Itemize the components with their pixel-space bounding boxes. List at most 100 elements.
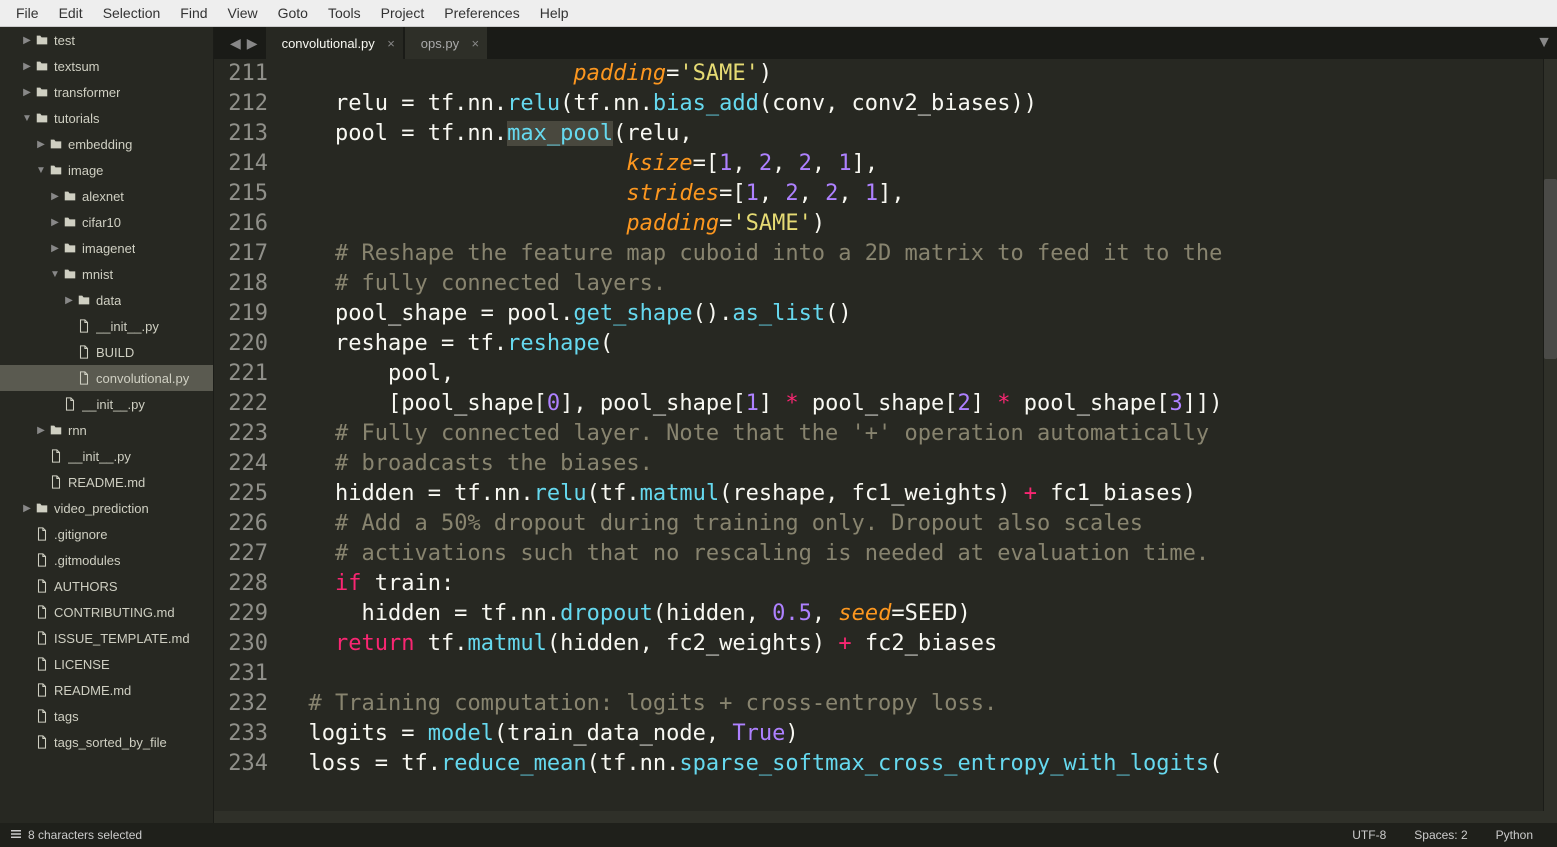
disclosure-arrow-icon[interactable]: ▼ <box>20 113 34 124</box>
code-line[interactable]: return tf.matmul(hidden, fc2_weights) + … <box>282 629 1543 659</box>
line-number: 231 <box>214 659 268 689</box>
folder-transformer[interactable]: ▶transformer <box>0 79 213 105</box>
folder-imagenet[interactable]: ▶imagenet <box>0 235 213 261</box>
disclosure-arrow-icon[interactable]: ▼ <box>34 165 48 176</box>
file--gitignore[interactable]: .gitignore <box>0 521 213 547</box>
tree-label: tags_sorted_by_file <box>54 735 167 750</box>
code-line[interactable]: ksize=[1, 2, 2, 1], <box>282 149 1543 179</box>
code-line[interactable]: # Fully connected layer. Note that the '… <box>282 419 1543 449</box>
code-line[interactable]: # Add a 50% dropout during training only… <box>282 509 1543 539</box>
file--gitmodules[interactable]: .gitmodules <box>0 547 213 573</box>
tree-label: LICENSE <box>54 657 110 672</box>
code-line[interactable]: [pool_shape[0], pool_shape[1] * pool_sha… <box>282 389 1543 419</box>
disclosure-arrow-icon[interactable]: ▶ <box>34 425 48 436</box>
folder-cifar10[interactable]: ▶cifar10 <box>0 209 213 235</box>
code-line[interactable]: pool = tf.nn.max_pool(relu, <box>282 119 1543 149</box>
menu-goto[interactable]: Goto <box>268 1 318 25</box>
disclosure-arrow-icon[interactable]: ▶ <box>20 87 34 98</box>
menu-find[interactable]: Find <box>170 1 217 25</box>
code-line[interactable]: # broadcasts the biases. <box>282 449 1543 479</box>
code-line[interactable]: padding='SAME') <box>282 59 1543 89</box>
line-number: 214 <box>214 149 268 179</box>
tab-nav-arrows[interactable]: ◀ ▶ <box>222 27 266 59</box>
sidebar-file-tree[interactable]: ▶test▶textsum▶transformer▼tutorials ▶ embe… <box>0 27 214 823</box>
menu-project[interactable]: Project <box>371 1 435 25</box>
minimap-viewport[interactable] <box>1544 179 1557 359</box>
file-tags_sorted_by_file[interactable]: tags_sorted_by_file <box>0 729 213 755</box>
folder-data[interactable]: ▶data <box>0 287 213 313</box>
folder-video_prediction[interactable]: ▶video_prediction <box>0 495 213 521</box>
horizontal-scrollbar[interactable] <box>214 811 1557 823</box>
code-line[interactable]: padding='SAME') <box>282 209 1543 239</box>
menu-edit[interactable]: Edit <box>49 1 93 25</box>
file-tags[interactable]: tags <box>0 703 213 729</box>
menu-file[interactable]: File <box>6 1 49 25</box>
nav-forward-icon[interactable]: ▶ <box>247 35 258 52</box>
code-editor[interactable]: 2112122132142152162172182192202212222232… <box>214 59 1557 811</box>
tab-overflow-icon[interactable]: ▼ <box>1531 27 1557 59</box>
code-line[interactable]: hidden = tf.nn.dropout(hidden, 0.5, seed… <box>282 599 1543 629</box>
disclosure-arrow-icon[interactable]: ▶ <box>34 139 48 150</box>
code-line[interactable]: # Training computation: logits + cross-e… <box>282 689 1543 719</box>
file-BUILD[interactable]: BUILD <box>0 339 213 365</box>
code-line[interactable]: strides=[1, 2, 2, 1], <box>282 179 1543 209</box>
minimap-scrollbar[interactable] <box>1543 59 1557 811</box>
tab-ops-py[interactable]: ops.py× <box>405 27 487 59</box>
disclosure-arrow-icon[interactable]: ▼ <box>48 269 62 280</box>
status-menu-icon[interactable] <box>10 828 22 843</box>
disclosure-arrow-icon[interactable]: ▶ <box>20 61 34 72</box>
nav-back-icon[interactable]: ◀ <box>230 35 241 52</box>
folder-alexnet[interactable]: ▶ alexnet <box>0 183 213 209</box>
disclosure-arrow-icon[interactable]: ▶ <box>48 217 62 228</box>
file-CONTRIBUTING-md[interactable]: CONTRIBUTING.md <box>0 599 213 625</box>
file-AUTHORS[interactable]: AUTHORS <box>0 573 213 599</box>
menu-preferences[interactable]: Preferences <box>434 1 529 25</box>
code-content[interactable]: padding='SAME') relu = tf.nn.relu(tf.nn.… <box>282 59 1543 811</box>
file-LICENSE[interactable]: LICENSE <box>0 651 213 677</box>
file-__init__-py[interactable]: __init__.py <box>0 391 213 417</box>
file-__init__-py[interactable]: __init__.py <box>0 443 213 469</box>
tree-label: embedding <box>68 137 132 152</box>
folder-embedding[interactable]: ▶ embedding <box>0 131 213 157</box>
disclosure-arrow-icon[interactable]: ▶ <box>48 243 62 254</box>
disclosure-arrow-icon[interactable]: ▶ <box>20 35 34 46</box>
code-line[interactable]: pool_shape = pool.get_shape().as_list() <box>282 299 1543 329</box>
code-line[interactable]: reshape = tf.reshape( <box>282 329 1543 359</box>
folder-image[interactable]: ▼image <box>0 157 213 183</box>
file-README-md[interactable]: README.md <box>0 677 213 703</box>
status-encoding[interactable]: UTF-8 <box>1338 828 1400 842</box>
status-indent[interactable]: Spaces: 2 <box>1400 828 1481 842</box>
folder-tutorials[interactable]: ▼tutorials <box>0 105 213 131</box>
code-line[interactable]: logits = model(train_data_node, True) <box>282 719 1543 749</box>
code-line[interactable]: hidden = tf.nn.relu(tf.matmul(reshape, f… <box>282 479 1543 509</box>
close-icon[interactable]: × <box>472 36 480 51</box>
disclosure-arrow-icon[interactable]: ▶ <box>62 295 76 306</box>
disclosure-arrow-icon[interactable]: ▶ <box>48 191 62 202</box>
menu-tools[interactable]: Tools <box>318 1 371 25</box>
tree-label: alexnet <box>82 189 124 204</box>
folder-mnist[interactable]: ▼ mnist <box>0 261 213 287</box>
menu-help[interactable]: Help <box>530 1 579 25</box>
code-line[interactable]: # fully connected layers. <box>282 269 1543 299</box>
menu-view[interactable]: View <box>218 1 268 25</box>
code-line[interactable]: relu = tf.nn.relu(tf.nn.bias_add(conv, c… <box>282 89 1543 119</box>
code-line[interactable]: pool, <box>282 359 1543 389</box>
status-language[interactable]: Python <box>1482 828 1547 842</box>
tree-label: mnist <box>82 267 113 282</box>
file-__init__-py[interactable]: __init__.py <box>0 313 213 339</box>
close-icon[interactable]: × <box>387 36 395 51</box>
file-README-md[interactable]: README.md <box>0 469 213 495</box>
file-convolutional-py[interactable]: convolutional.py <box>0 365 213 391</box>
code-line[interactable]: # activations such that no rescaling is … <box>282 539 1543 569</box>
disclosure-arrow-icon[interactable]: ▶ <box>20 503 34 514</box>
code-line[interactable]: # Reshape the feature map cuboid into a … <box>282 239 1543 269</box>
folder-test[interactable]: ▶test <box>0 27 213 53</box>
code-line[interactable]: loss = tf.reduce_mean(tf.nn.sparse_softm… <box>282 749 1543 779</box>
code-line[interactable]: if train: <box>282 569 1543 599</box>
folder-rnn[interactable]: ▶rnn <box>0 417 213 443</box>
code-line[interactable] <box>282 659 1543 689</box>
folder-textsum[interactable]: ▶textsum <box>0 53 213 79</box>
menu-selection[interactable]: Selection <box>93 1 171 25</box>
file-ISSUE_TEMPLATE-md[interactable]: ISSUE_TEMPLATE.md <box>0 625 213 651</box>
tab-convolutional-py[interactable]: convolutional.py× <box>266 27 403 59</box>
